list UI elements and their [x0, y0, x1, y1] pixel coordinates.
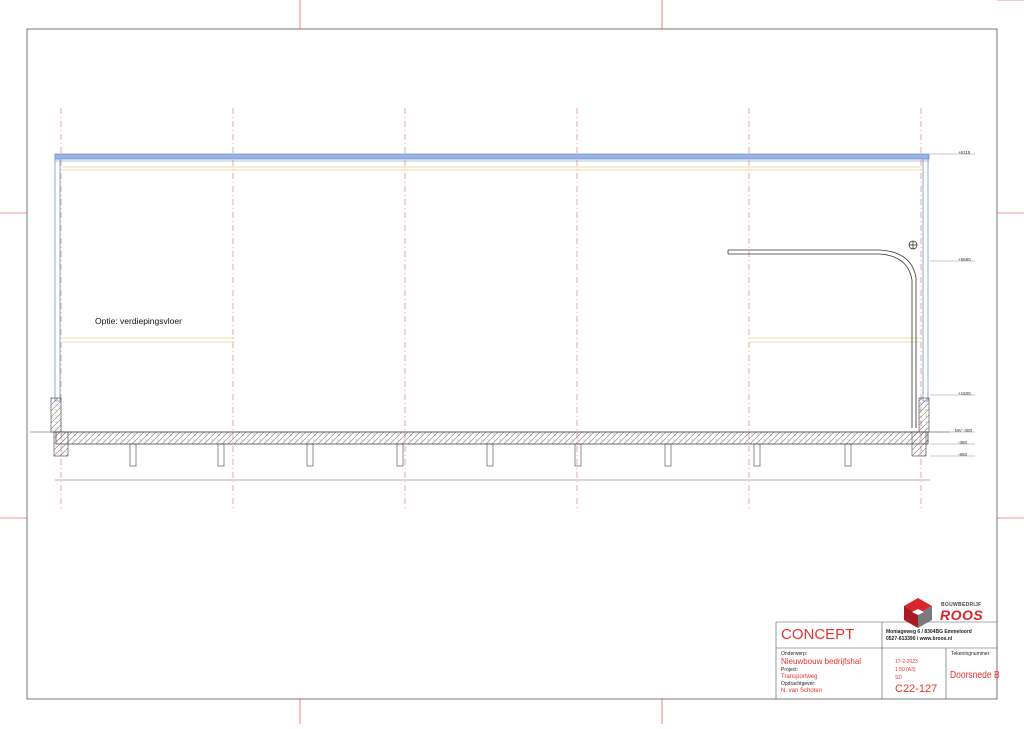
status-label: CONCEPT: [781, 626, 855, 643]
right-wall: [922, 158, 929, 402]
pile: [217, 443, 225, 467]
drawing-number-label: Tekeningnummer:: [951, 651, 991, 657]
sheet-border: [26, 28, 998, 700]
roof-slab: [54, 153, 930, 160]
option-label: Optie: verdiepingsvloer: [95, 316, 182, 326]
foundations: [50, 397, 930, 457]
pile: [753, 443, 761, 467]
company-logo-icon: [904, 598, 932, 628]
company-address: Moniageweg 6 / 8304BG Emmeloord: [886, 629, 972, 635]
subject-value: Nieuwbouw bedrijfshal: [781, 657, 862, 666]
pile: [844, 443, 852, 467]
piles: [129, 443, 852, 467]
pile: [306, 443, 314, 467]
level-markers: [930, 153, 975, 457]
level-label: -360: [958, 440, 968, 445]
level-label: +1600: [958, 391, 971, 396]
drawing-sheet: Optie: verdiepingsvloer +6115 +5680 +160…: [0, 0, 1024, 724]
level-label: -850: [958, 452, 968, 457]
section-drawing: [0, 0, 1024, 724]
crop-marks: [0, 0, 1024, 724]
mezzanine-floor: [62, 337, 921, 343]
left-wall: [54, 158, 61, 402]
drawing-title: Doorsnede B: [950, 670, 1000, 681]
pile: [129, 443, 137, 467]
project-label: Project:: [781, 667, 798, 673]
pile: [574, 443, 582, 467]
drawing-author: SD: [895, 675, 902, 681]
grid-axes: [60, 108, 922, 510]
pile: [486, 443, 494, 467]
overhead-door: [727, 240, 918, 428]
floor-slab: [55, 431, 929, 445]
project-value: Transportweg: [781, 674, 818, 680]
pile: [664, 443, 672, 467]
drawing-scale: 1:50 (A3): [895, 667, 916, 673]
level-label: +6115: [958, 150, 971, 155]
pile: [396, 443, 404, 467]
level-label: MV -300: [955, 428, 973, 433]
company-contact: 0527-613390 / www.broos.nl: [886, 636, 953, 642]
client-label: Opdrachtgever:: [781, 681, 816, 687]
company-logo-text: ROOS: [940, 607, 984, 623]
level-label: +5680: [958, 257, 971, 262]
drawing-number: C22-127: [895, 683, 938, 695]
client-value: N. van Schoten: [781, 688, 823, 694]
drawing-date: 17-2-2023: [895, 659, 918, 665]
